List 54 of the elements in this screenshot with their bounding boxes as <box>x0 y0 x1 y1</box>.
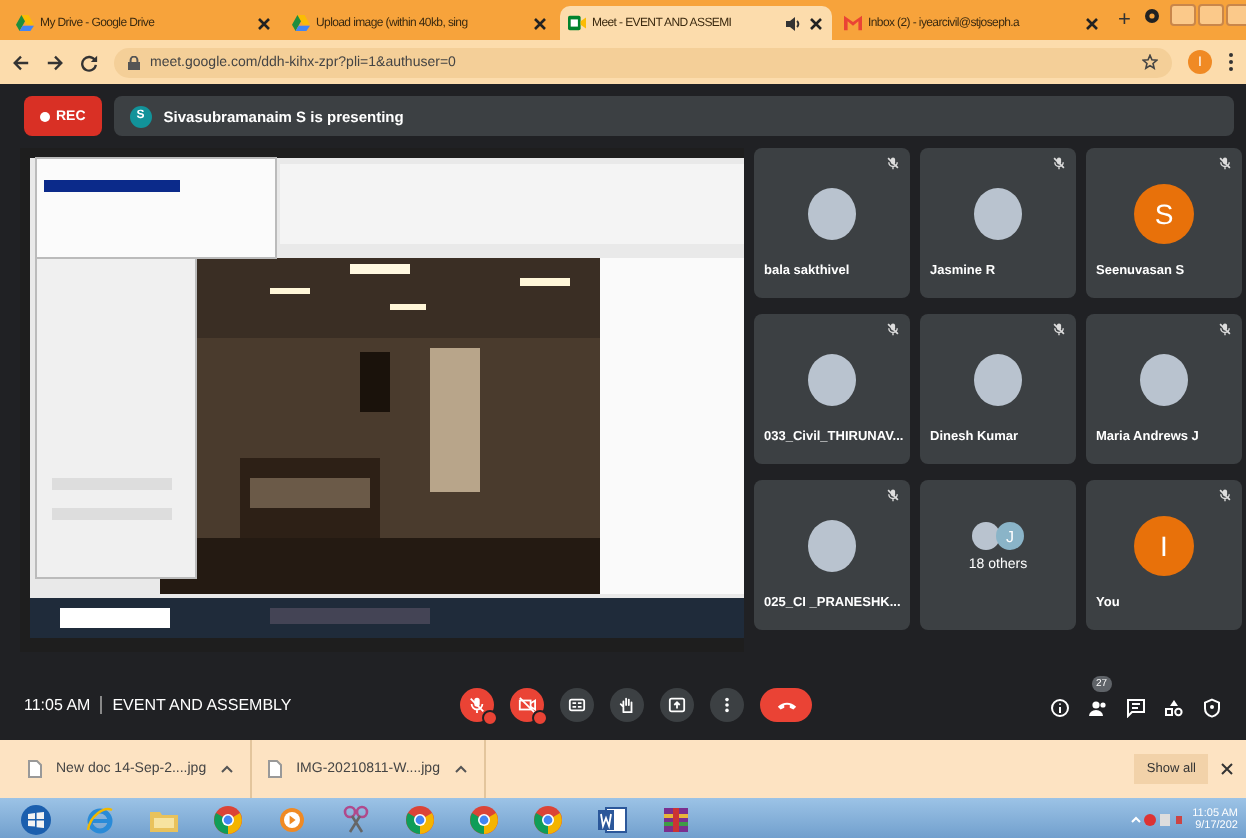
present-icon <box>668 695 686 713</box>
participant-avatar: S <box>1134 183 1194 243</box>
close-icon[interactable] <box>808 15 824 31</box>
avatar-photo-placeholder <box>1140 353 1188 405</box>
end-call-button[interactable] <box>760 687 812 721</box>
lock-icon <box>128 55 140 69</box>
mic-off-icon <box>468 695 486 713</box>
star-icon[interactable] <box>1142 54 1158 70</box>
info-button[interactable] <box>1050 694 1070 714</box>
drive-icon <box>16 14 34 32</box>
chat-icon <box>1126 698 1146 718</box>
drive-icon <box>292 14 310 32</box>
captions-icon <box>568 695 586 713</box>
more-button[interactable] <box>710 687 744 721</box>
reload-icon[interactable] <box>80 53 98 71</box>
new-tab-button[interactable]: + <box>1112 8 1137 32</box>
avatar-photo-placeholder <box>974 187 1022 239</box>
host-button[interactable] <box>1202 694 1222 714</box>
avatar-photo-placeholder <box>972 522 1000 550</box>
close-icon[interactable] <box>256 15 272 31</box>
participant-avatar: J <box>996 522 1024 550</box>
camera-off-button[interactable] <box>510 687 544 721</box>
menu-icon[interactable] <box>1228 52 1234 72</box>
info-icon <box>1050 698 1070 718</box>
hand-icon <box>618 695 636 713</box>
caret-icon[interactable] <box>220 764 235 774</box>
back-icon[interactable] <box>12 53 30 71</box>
participant-avatar: I <box>1134 515 1194 575</box>
captions-button[interactable] <box>560 687 594 721</box>
avatar-photo-placeholder <box>808 187 856 239</box>
shapes-icon <box>1164 698 1184 718</box>
mic-off-button[interactable] <box>460 687 494 721</box>
caret-icon[interactable] <box>453 764 468 774</box>
shield-icon <box>1202 698 1222 718</box>
close-icon[interactable] <box>1084 15 1100 31</box>
tray-icons-drawing <box>1130 812 1187 828</box>
meeting-time: 11:05 AM <box>24 695 91 713</box>
hand-button[interactable] <box>610 687 644 721</box>
close-icon[interactable] <box>1220 762 1234 776</box>
meeting-title: EVENT AND ASSEMBLY <box>112 695 292 713</box>
camera-off-icon <box>518 695 536 713</box>
present-button[interactable] <box>660 687 694 721</box>
chat-button[interactable] <box>1126 694 1146 714</box>
people-icon <box>1088 698 1108 718</box>
file-icon <box>268 760 283 778</box>
video-camera-icon <box>568 14 586 32</box>
close-icon[interactable] <box>532 15 548 31</box>
avatar-photo-placeholder <box>974 353 1022 405</box>
mail-icon <box>844 14 862 32</box>
avatar-photo-placeholder <box>808 519 856 571</box>
avatar-photo-placeholder <box>808 353 856 405</box>
file-icon <box>28 760 42 778</box>
forward-icon[interactable] <box>46 53 64 71</box>
extension-icon[interactable] <box>1144 7 1161 23</box>
